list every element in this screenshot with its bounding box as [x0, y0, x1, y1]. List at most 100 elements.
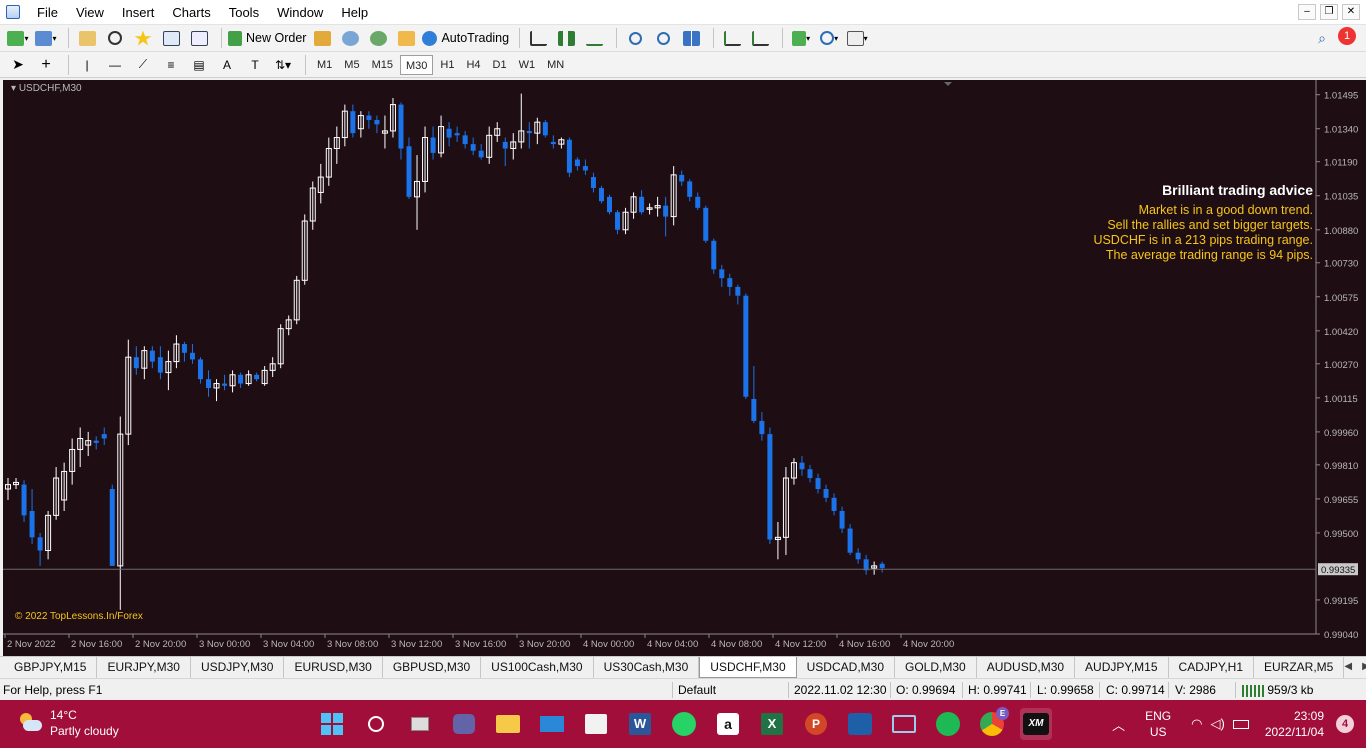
show-hidden-icons-icon[interactable]: ︿: [1112, 715, 1125, 734]
metaeditor-button[interactable]: [310, 27, 334, 49]
search-icon[interactable]: [360, 708, 392, 740]
tab-us30cash-m30[interactable]: US30Cash,M30: [594, 657, 700, 678]
tab-gbpjpy-m15[interactable]: GBPJPY,M15: [4, 657, 98, 678]
new-order-button[interactable]: New Order: [228, 27, 306, 49]
menu-file[interactable]: File: [28, 0, 67, 25]
zoom-out-button[interactable]: [651, 27, 675, 49]
trendline-button[interactable]: ⟋: [131, 54, 155, 76]
timeframe-m30[interactable]: M30: [399, 54, 434, 75]
word-icon[interactable]: W: [624, 708, 656, 740]
signals-button[interactable]: [338, 27, 362, 49]
vps-button[interactable]: [394, 27, 418, 49]
tab-audusd-m30[interactable]: AUDUSD,M30: [977, 657, 1076, 678]
spotify-icon[interactable]: [932, 708, 964, 740]
chart-window[interactable]: 1.01495 1.01340 1.01190 1.01035 1.00880 1.007…: [3, 80, 1366, 656]
xm-icon[interactable]: XM: [1020, 708, 1052, 740]
wifi-icon[interactable]: ◠: [1191, 716, 1202, 732]
menu-tools[interactable]: Tools: [220, 0, 268, 25]
market-watch-button[interactable]: [75, 27, 99, 49]
data-window-button[interactable]: [103, 27, 127, 49]
tab-usdjpy-m30[interactable]: USDJPY,M30: [191, 657, 285, 678]
tab-usdchf-m30[interactable]: USDCHF,M30: [699, 657, 797, 678]
language-indicator[interactable]: ENG US: [1145, 708, 1171, 740]
menu-charts[interactable]: Charts: [163, 0, 219, 25]
whatsapp-icon[interactable]: [668, 708, 700, 740]
battery-icon[interactable]: [1232, 719, 1249, 729]
education-icon[interactable]: [844, 708, 876, 740]
amazon-icon[interactable]: a: [712, 708, 744, 740]
tab-eurusd-m30[interactable]: EURUSD,M30: [284, 657, 383, 678]
vertical-line-button[interactable]: |: [75, 54, 99, 76]
tester-button[interactable]: [187, 27, 211, 49]
menu-help[interactable]: Help: [332, 0, 377, 25]
chrome-icon[interactable]: E: [976, 707, 1009, 740]
file-explorer-icon[interactable]: [492, 708, 524, 740]
tile-windows-button[interactable]: [679, 27, 703, 49]
bar-chart-button[interactable]: [526, 27, 550, 49]
arrows-button[interactable]: ⇅▾: [271, 54, 295, 76]
timeframe-w1[interactable]: W1: [514, 55, 541, 75]
weather-widget[interactable]: 14°C Partly cloudy: [18, 707, 119, 739]
tab-scroll-left-icon[interactable]: ◀: [1344, 657, 1352, 678]
profiles-button[interactable]: ▾: [34, 27, 58, 49]
cursor-button[interactable]: ➤: [6, 54, 30, 76]
crosshair-button[interactable]: +: [34, 54, 58, 76]
tab-gold-m30[interactable]: GOLD,M30: [895, 657, 977, 678]
line-chart-button[interactable]: [582, 27, 606, 49]
restore-icon[interactable]: ❐: [1320, 4, 1338, 20]
tab-usdcad-m30[interactable]: USDCAD,M30: [797, 657, 895, 678]
horizontal-line-button[interactable]: —: [103, 54, 127, 76]
timeframe-h1[interactable]: H1: [435, 55, 459, 75]
candlestick-button[interactable]: [554, 27, 578, 49]
candle-body-bear: [398, 104, 404, 149]
indicators-button[interactable]: ▾: [789, 27, 813, 49]
terminal-button[interactable]: [159, 27, 183, 49]
powerpoint-icon[interactable]: P: [800, 708, 832, 740]
tab-eurjpy-m30[interactable]: EURJPY,M30: [97, 657, 191, 678]
menu-view[interactable]: View: [67, 0, 113, 25]
stocks-icon[interactable]: [888, 708, 920, 740]
search-icon[interactable]: ⌕: [1318, 30, 1326, 47]
tab-eurzar-m5[interactable]: EURZAR,M5: [1254, 657, 1345, 678]
text-label-button[interactable]: T: [243, 54, 267, 76]
task-view-icon[interactable]: [404, 708, 436, 740]
excel-icon[interactable]: X: [756, 708, 788, 740]
chart-shift-button[interactable]: [748, 27, 772, 49]
tab-audjpy-m15[interactable]: AUDJPY,M15: [1075, 657, 1169, 678]
clock[interactable]: 23:09 2022/11/04: [1265, 708, 1324, 740]
tab-us100cash-m30[interactable]: US100Cash,M30: [481, 657, 594, 678]
tab-scroll-right-icon[interactable]: ▶: [1362, 657, 1366, 678]
text-button[interactable]: A: [215, 54, 239, 76]
equidistant-channel-button[interactable]: ≡: [159, 54, 183, 76]
notification-count[interactable]: 4: [1336, 715, 1354, 733]
timeframe-h4[interactable]: H4: [461, 55, 485, 75]
connection-status[interactable]: 959/3 kb: [1242, 679, 1313, 701]
price-chart[interactable]: 1.01495 1.01340 1.01190 1.01035 1.00880 1.007…: [3, 80, 1366, 656]
fibonacci-button[interactable]: ▤: [187, 54, 211, 76]
mail-icon[interactable]: [536, 708, 568, 740]
timeframe-m1[interactable]: M1: [312, 55, 337, 75]
store-icon[interactable]: [580, 708, 612, 740]
timeframe-mn[interactable]: MN: [542, 55, 569, 75]
volume-icon[interactable]: ◁): [1211, 716, 1225, 732]
timeframe-d1[interactable]: D1: [488, 55, 512, 75]
autoscroll-button[interactable]: [720, 27, 744, 49]
navigator-button[interactable]: [131, 27, 155, 49]
templates-button[interactable]: ▾: [845, 27, 869, 49]
notification-badge[interactable]: 1: [1338, 27, 1356, 45]
tab-gbpusd-m30[interactable]: GBPUSD,M30: [383, 657, 482, 678]
new-chart-button[interactable]: ▾: [6, 27, 30, 49]
market-button[interactable]: [366, 27, 390, 49]
autotrading-button[interactable]: AutoTrading: [422, 27, 509, 49]
periods-button[interactable]: ▾: [817, 27, 841, 49]
teams-icon[interactable]: [448, 708, 480, 740]
timeframe-m15[interactable]: M15: [367, 55, 398, 75]
timeframe-m5[interactable]: M5: [339, 55, 364, 75]
zoom-in-button[interactable]: [623, 27, 647, 49]
menu-window[interactable]: Window: [268, 0, 332, 25]
minimize-icon[interactable]: –: [1298, 4, 1316, 20]
windows-start-icon[interactable]: [316, 708, 348, 740]
menu-insert[interactable]: Insert: [113, 0, 164, 25]
tab-cadjpy-h1[interactable]: CADJPY,H1: [1169, 657, 1255, 678]
close-icon[interactable]: ✕: [1342, 4, 1360, 20]
